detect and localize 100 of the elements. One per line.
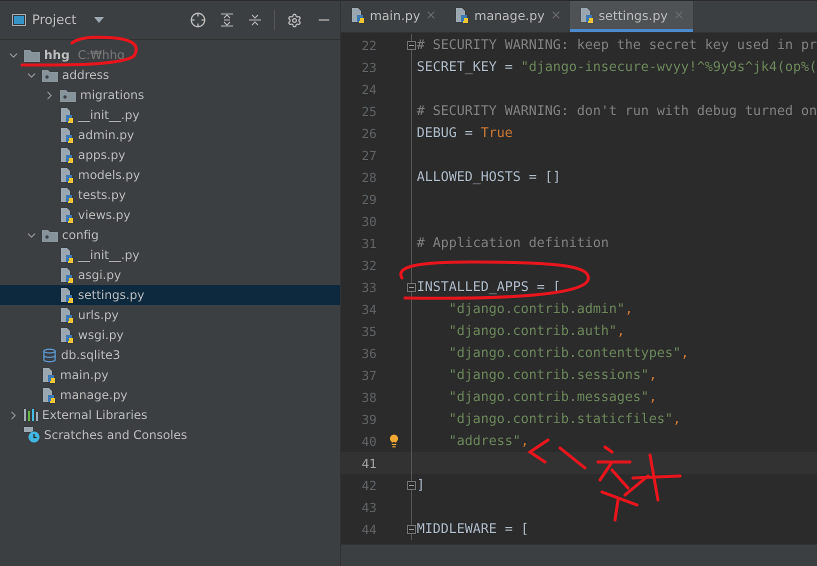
line-number: 34 <box>360 302 377 316</box>
python-file-icon <box>350 7 365 23</box>
tree-item[interactable]: settings.py <box>0 285 340 305</box>
settings-icon[interactable] <box>286 12 302 28</box>
editor-tab[interactable]: main.py <box>340 1 446 32</box>
code-line: "django.contrib.contenttypes", <box>448 346 689 360</box>
item-label: db.sqlite3 <box>61 348 120 362</box>
console-clock-icon <box>24 427 40 443</box>
line-number: 37 <box>360 368 377 382</box>
line-number: 31 <box>360 236 377 250</box>
tab-label: manage.py <box>474 8 545 22</box>
tree-item[interactable]: views.py <box>0 205 340 225</box>
tree-item[interactable]: hhg C:₩hhg <box>0 45 340 65</box>
bars-icon <box>24 409 38 421</box>
python-file-icon <box>60 267 74 283</box>
tree-item[interactable]: address <box>0 65 340 85</box>
item-label: models.py <box>78 168 140 182</box>
tree-item[interactable]: __init__.py <box>0 245 340 265</box>
dropdown-icon[interactable] <box>94 17 104 23</box>
python-file-icon <box>60 127 74 143</box>
panel-title[interactable]: Project <box>32 12 76 28</box>
line-number: 36 <box>360 346 377 360</box>
collapse-all-icon[interactable] <box>248 13 262 27</box>
line-number: 43 <box>360 500 377 514</box>
item-label: main.py <box>60 368 109 382</box>
python-file-icon <box>60 167 74 183</box>
python-file-icon <box>60 107 74 123</box>
python-file-icon <box>42 367 56 383</box>
tree-item[interactable]: External Libraries <box>0 405 340 425</box>
item-label: hhg <box>44 48 70 62</box>
python-file-icon <box>580 7 594 23</box>
item-label: __init__.py <box>78 248 140 262</box>
panel-icon <box>12 14 26 26</box>
line-number: 29 <box>360 192 377 206</box>
code-line: # Application definition <box>416 236 609 250</box>
fold-marker-icon[interactable] <box>406 480 416 490</box>
tree-item[interactable]: wsgi.py <box>0 325 340 345</box>
tree-item[interactable]: manage.py <box>0 385 340 405</box>
python-file-icon <box>60 147 74 163</box>
line-number: 35 <box>360 324 377 338</box>
code-line: ALLOWED_HOSTS = [] <box>416 170 561 184</box>
item-label: migrations <box>80 88 144 102</box>
package-folder-icon <box>42 68 58 82</box>
item-label: urls.py <box>78 308 119 322</box>
code-line: ] <box>416 478 425 492</box>
line-number: 25 <box>360 104 377 118</box>
fold-marker-icon[interactable] <box>406 40 416 50</box>
code-line: "django.contrib.staticfiles", <box>448 412 681 426</box>
line-number: 22 <box>360 38 377 52</box>
item-label: Scratches and Consoles <box>44 428 188 442</box>
python-file-icon <box>60 307 74 323</box>
line-number: 32 <box>360 258 377 272</box>
python-file-icon <box>60 207 74 223</box>
line-number: 41 <box>360 456 377 470</box>
line-number: 38 <box>360 390 377 404</box>
line-number: 28 <box>360 170 377 184</box>
python-file-icon <box>42 387 56 403</box>
tree-item[interactable]: urls.py <box>0 305 340 325</box>
line-number: 39 <box>360 412 377 426</box>
tree-item[interactable]: config <box>0 225 340 245</box>
line-number: 40 <box>360 434 377 448</box>
tree-item[interactable]: tests.py <box>0 185 340 205</box>
code-line: "django.contrib.sessions", <box>448 368 657 382</box>
tree-item[interactable]: __init__.py <box>0 105 340 125</box>
line-number: 23 <box>360 60 377 74</box>
tree-item[interactable]: asgi.py <box>0 265 340 285</box>
editor-tab[interactable]: manage.py <box>445 1 570 32</box>
tree-item[interactable]: migrations <box>0 85 340 105</box>
code-line: MIDDLEWARE = [ <box>416 522 529 536</box>
tree-item[interactable]: main.py <box>0 365 340 385</box>
line-number: 24 <box>360 82 377 96</box>
tree-item[interactable]: db.sqlite3 <box>0 345 340 365</box>
tree-item[interactable]: models.py <box>0 165 340 185</box>
item-label: tests.py <box>78 188 126 202</box>
code-line: SECRET_KEY = "django-insecure-wvyy!^%9y9s^jk4(op%( <box>416 60 817 74</box>
tree-item[interactable]: admin.py <box>0 125 340 145</box>
tree-item[interactable]: apps.py <box>0 145 340 165</box>
item-label: manage.py <box>60 388 128 402</box>
python-file-icon <box>60 187 74 203</box>
code-line: "django.contrib.admin", <box>448 302 633 316</box>
item-label: asgi.py <box>78 268 122 282</box>
item-label: apps.py <box>78 148 126 162</box>
locate-icon[interactable] <box>190 12 206 28</box>
expand-all-icon[interactable] <box>220 13 234 27</box>
code-line: "django.contrib.auth", <box>448 324 625 338</box>
tree-item[interactable]: Scratches and Consoles <box>0 425 340 445</box>
line-number: 26 <box>360 126 377 140</box>
path-hint: C:₩hhg <box>78 48 125 62</box>
fold-marker-icon[interactable] <box>406 282 416 292</box>
item-label: settings.py <box>78 288 144 302</box>
line-number: 44 <box>360 522 377 536</box>
package-folder-icon <box>60 88 76 102</box>
item-label: address <box>62 68 110 82</box>
line-number: 42 <box>360 478 377 492</box>
folder-icon <box>24 48 40 62</box>
tab-label: main.py <box>370 8 420 22</box>
tab-label: settings.py <box>598 8 668 22</box>
line-number: 27 <box>360 148 377 162</box>
fold-marker-icon[interactable] <box>406 524 416 534</box>
editor-tab[interactable]: settings.py <box>570 1 693 32</box>
